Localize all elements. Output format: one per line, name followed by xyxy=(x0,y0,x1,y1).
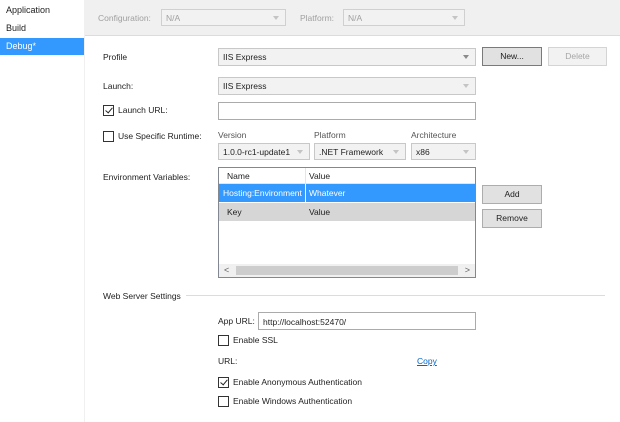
specific-runtime-label: Use Specific Runtime: xyxy=(118,131,202,141)
chevron-down-icon xyxy=(452,16,458,20)
version-select[interactable]: 1.0.0-rc1-update1 xyxy=(218,143,310,160)
configuration-value: N/A xyxy=(166,13,181,23)
architecture-header: Architecture xyxy=(411,130,457,140)
scroll-left-icon[interactable]: < xyxy=(224,264,229,277)
app-url-value: http://localhost:52470/ xyxy=(263,317,347,327)
profile-label: Profile xyxy=(103,52,128,62)
horizontal-scrollbar[interactable]: < > xyxy=(219,264,475,277)
sidebar-item-application[interactable]: Application xyxy=(0,2,84,19)
env-value-cell[interactable]: Value xyxy=(309,206,330,218)
runtime-platform-value: .NET Framework xyxy=(319,147,384,157)
platform-label: Platform: xyxy=(300,13,335,23)
windows-auth-checkbox[interactable] xyxy=(218,396,229,407)
sidebar-item-debug[interactable]: Debug* xyxy=(0,38,84,55)
app-url-input[interactable]: http://localhost:52470/ xyxy=(258,312,476,330)
section-divider xyxy=(186,295,605,296)
column-header-value[interactable]: Value xyxy=(309,170,330,182)
delete-profile-button[interactable]: Delete xyxy=(548,47,607,66)
architecture-select[interactable]: x86 xyxy=(411,143,476,160)
anonymous-auth-checkbox[interactable] xyxy=(218,377,229,388)
checkmark-icon xyxy=(105,105,113,114)
chevron-down-icon xyxy=(273,16,279,20)
ssl-url-label: URL: xyxy=(218,356,238,366)
grid-header: Name Value xyxy=(219,168,475,184)
chevron-down-icon xyxy=(463,84,469,88)
env-value-cell[interactable]: Whatever xyxy=(309,187,345,199)
env-name-cell[interactable]: Hosting:Environment xyxy=(223,187,302,199)
anonymous-auth-label: Enable Anonymous Authentication xyxy=(233,377,363,387)
env-vars-grid[interactable]: Name Value Hosting:Environment Whatever … xyxy=(218,167,476,278)
launch-label: Launch: xyxy=(103,81,134,91)
chevron-down-icon xyxy=(463,150,469,154)
launch-select[interactable]: IIS Express xyxy=(218,77,476,95)
sidebar-divider xyxy=(84,0,85,422)
platform-select[interactable]: N/A xyxy=(343,9,465,26)
version-value: 1.0.0-rc1-update1 xyxy=(223,147,291,157)
runtime-platform-header: Platform xyxy=(314,130,346,140)
configuration-select[interactable]: N/A xyxy=(161,9,286,26)
add-env-var-button[interactable]: Add xyxy=(482,185,542,204)
chevron-down-icon xyxy=(297,150,303,154)
architecture-value: x86 xyxy=(416,147,430,157)
launch-url-input[interactable] xyxy=(218,102,476,120)
column-header-name[interactable]: Name xyxy=(227,170,250,182)
env-vars-label: Environment Variables: xyxy=(103,172,191,182)
launch-url-label: Launch URL: xyxy=(118,105,168,115)
windows-auth-label: Enable Windows Authentication xyxy=(233,396,353,406)
profile-select[interactable]: IIS Express xyxy=(218,48,476,66)
table-row[interactable]: Key Value xyxy=(219,203,475,221)
launch-url-checkbox[interactable] xyxy=(103,105,114,116)
enable-ssl-label: Enable SSL xyxy=(233,335,278,345)
new-profile-button[interactable]: New... xyxy=(482,47,542,66)
scrollbar-thumb[interactable] xyxy=(236,266,458,275)
copy-url-link[interactable]: Copy xyxy=(417,355,437,367)
sidebar: Application Build Debug* xyxy=(0,0,84,422)
version-header: Version xyxy=(218,130,247,140)
chevron-down-icon xyxy=(393,150,399,154)
platform-value: N/A xyxy=(348,13,363,23)
remove-env-var-button[interactable]: Remove xyxy=(482,209,542,228)
table-row[interactable]: Hosting:Environment Whatever xyxy=(219,184,475,202)
sidebar-item-build[interactable]: Build xyxy=(0,20,84,37)
column-divider xyxy=(305,168,306,184)
launch-value: IIS Express xyxy=(223,81,267,91)
chevron-down-icon xyxy=(463,55,469,59)
configuration-label: Configuration: xyxy=(98,13,151,23)
scroll-right-icon[interactable]: > xyxy=(465,264,470,277)
web-server-settings-title: Web Server Settings xyxy=(103,291,181,301)
app-url-label: App URL: xyxy=(218,316,255,326)
enable-ssl-checkbox[interactable] xyxy=(218,335,229,346)
specific-runtime-checkbox[interactable] xyxy=(103,131,114,142)
runtime-platform-select[interactable]: .NET Framework xyxy=(314,143,406,160)
checkmark-icon xyxy=(220,377,228,386)
env-name-cell[interactable]: Key xyxy=(227,206,242,218)
profile-value: IIS Express xyxy=(223,52,267,62)
cell-divider xyxy=(305,184,306,202)
